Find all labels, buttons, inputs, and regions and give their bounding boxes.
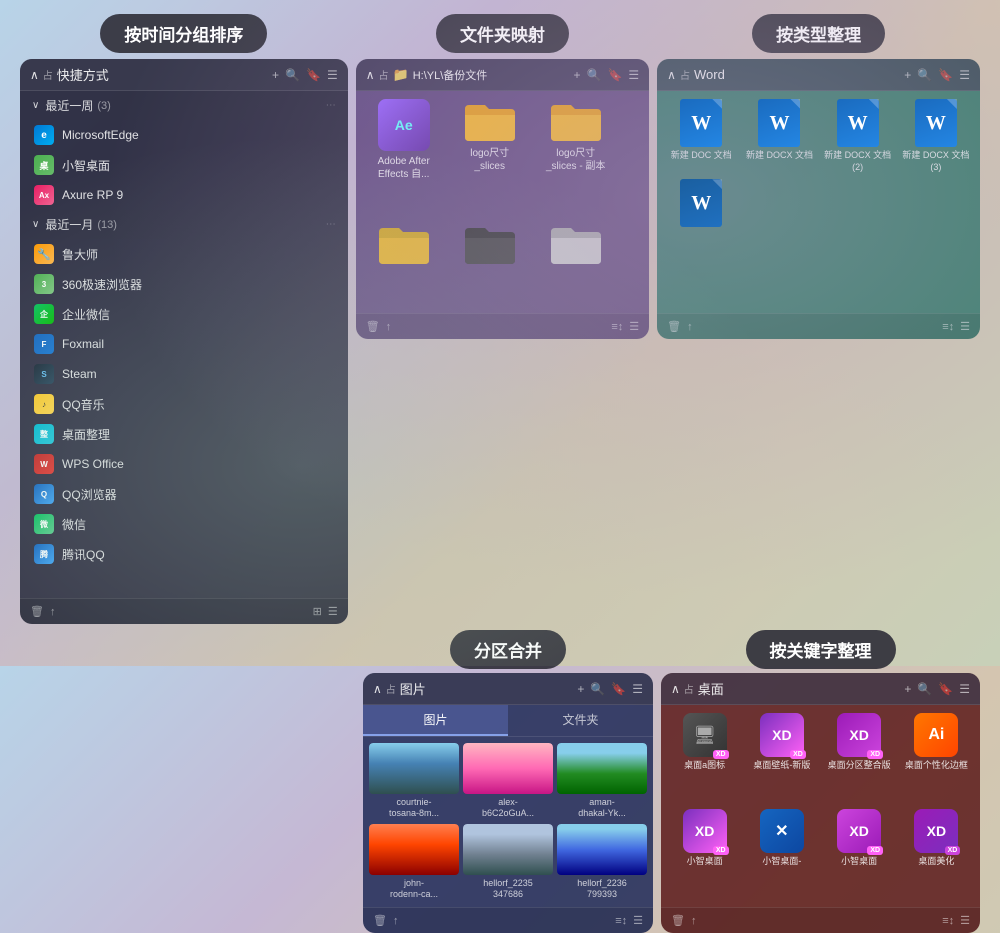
desktop-a-icon: 🖥 XD — [683, 713, 727, 757]
tab-folders[interactable]: 文件夹 — [508, 705, 653, 736]
x-tool-icon: ✕ — [760, 809, 804, 853]
merge-footer: 🗑 ↑ ≡↕ ☰ — [363, 907, 653, 933]
expand-icon5[interactable]: ∧ — [671, 682, 680, 696]
desktop-icon-merge[interactable]: XD XD 桌面分区整合版 — [824, 713, 895, 803]
image-thumb-5[interactable]: hellorf_2235347686 — [463, 824, 553, 901]
bookmark-icon5[interactable]: 🔖 — [938, 682, 953, 696]
xd2-icon: XD XD — [837, 809, 881, 853]
pin-icon4: 占 — [386, 681, 396, 696]
add-icon4[interactable]: + — [577, 682, 584, 696]
desktop-icon-xtool[interactable]: ✕ 小智桌面- — [746, 809, 817, 899]
up-icon6[interactable]: ↑ — [691, 915, 697, 927]
xd-face-icon: XD XD — [683, 809, 727, 853]
desktop-icon-a[interactable]: 🖥 XD 桌面a图标 — [669, 713, 740, 803]
img-preview-2 — [463, 743, 553, 794]
search-icon5[interactable]: 🔍 — [917, 682, 932, 696]
up-icon5[interactable]: ↑ — [393, 915, 399, 927]
expand-icon4[interactable]: ∧ — [373, 682, 382, 696]
list2-icon6[interactable]: ☰ — [960, 914, 970, 927]
delete-icon5[interactable]: 🗑 — [373, 914, 387, 927]
desktop-icon-beauty[interactable]: XD XD 桌面美化 — [901, 809, 972, 899]
menu-icon5[interactable]: ☰ — [959, 682, 970, 696]
keyword-panel-header: ∧ 占 桌面 + 🔍 🔖 ☰ — [661, 673, 980, 705]
merge-tabs: 图片 文件夹 — [363, 705, 653, 737]
image-thumb-3[interactable]: aman-dhakal-Yk... — [557, 743, 647, 820]
merge-title: 图片 — [400, 679, 426, 698]
ai-icon: Ai — [914, 713, 958, 757]
list1-icon6[interactable]: ≡↕ — [942, 915, 954, 927]
desktop-icon-xd2[interactable]: XD XD 小智桌面 — [824, 809, 895, 899]
merge-panel-header: ∧ 占 图片 + 🔍 🔖 ☰ — [363, 673, 653, 705]
img-preview-4 — [369, 824, 459, 875]
merge-panel: ∧ 占 图片 + 🔍 🔖 ☰ 图片 文件夹 court — [363, 673, 653, 933]
img-preview-5 — [463, 824, 553, 875]
add-icon5[interactable]: + — [904, 682, 911, 696]
keyword-footer: 🗑 ↑ ≡↕ ☰ — [661, 907, 980, 933]
image-thumb-2[interactable]: alex-b6C2oGuA... — [463, 743, 553, 820]
desktop-icon-wallpaper[interactable]: XD XD 桌面壁纸-新版 — [746, 713, 817, 803]
keyword-panel: ∧ 占 桌面 + 🔍 🔖 ☰ 🖥 XD 桌面a图标 — [661, 673, 980, 933]
img-preview-3 — [557, 743, 647, 794]
tab-images[interactable]: 图片 — [363, 705, 508, 736]
img-preview-1 — [369, 743, 459, 794]
search-icon4[interactable]: 🔍 — [590, 682, 605, 696]
image-thumb-1[interactable]: courtnie-tosana-8m... — [369, 743, 459, 820]
delete-icon6[interactable]: 🗑 — [671, 914, 685, 927]
desktop-icon-ai[interactable]: Ai 桌面个性化边框 — [901, 713, 972, 803]
pin-icon5: 占 — [684, 681, 694, 696]
desktop-icons-grid: 🖥 XD 桌面a图标 XD XD 桌面壁纸-新版 XD — [661, 705, 980, 907]
menu-icon4[interactable]: ☰ — [632, 682, 643, 696]
image-thumb-4[interactable]: john-rodenn-ca... — [369, 824, 459, 901]
img-preview-6 — [557, 824, 647, 875]
images-grid: courtnie-tosana-8m... alex-b6C2oGuA... a… — [363, 737, 653, 907]
desktop-icon-face[interactable]: XD XD 小智桌面 — [669, 809, 740, 899]
image-thumb-6[interactable]: hellorf_2236799393 — [557, 824, 647, 901]
beauty-icon: XD XD — [914, 809, 958, 853]
xd-merge-icon: XD XD — [837, 713, 881, 757]
list2-icon5[interactable]: ☰ — [633, 914, 643, 927]
bookmark-icon4[interactable]: 🔖 — [611, 682, 626, 696]
xd-wallpaper-icon: XD XD — [760, 713, 804, 757]
keyword-title: 桌面 — [698, 679, 724, 698]
list1-icon5[interactable]: ≡↕ — [615, 915, 627, 927]
